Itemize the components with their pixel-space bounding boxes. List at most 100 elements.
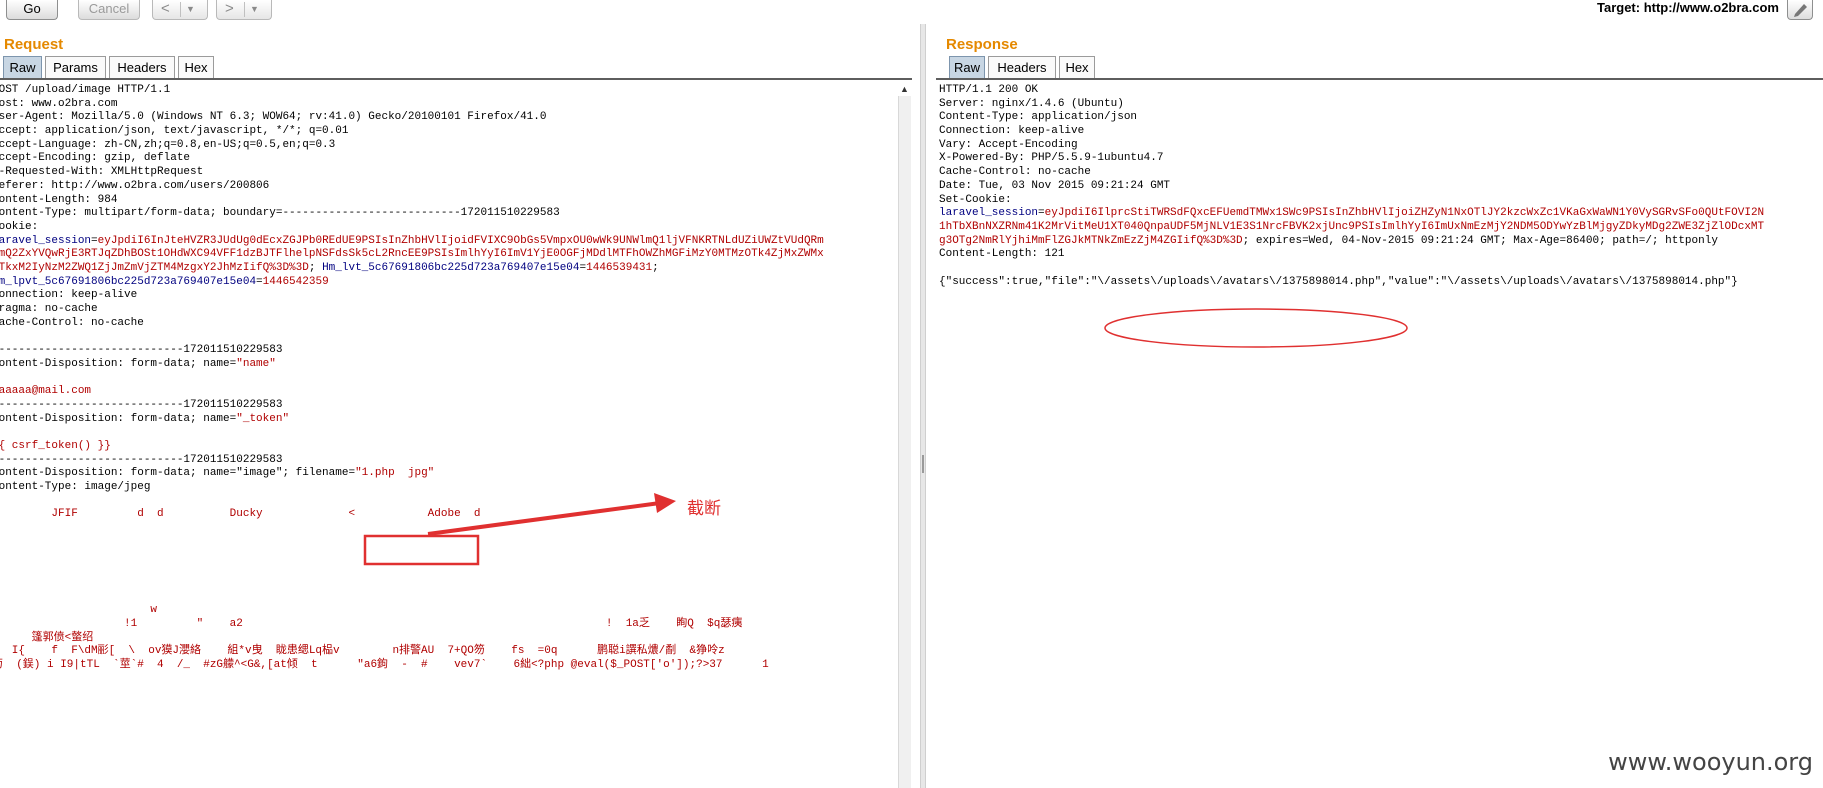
tab-params[interactable]: Params bbox=[45, 56, 106, 78]
chevron-down-icon[interactable]: ▼ bbox=[250, 0, 259, 18]
code-line: Vary: Accept-Encoding bbox=[939, 139, 1764, 153]
code-text: Set-Cookie: bbox=[939, 193, 1012, 206]
code-line: Referer: http://www.o2bra.com/users/2008… bbox=[0, 180, 824, 194]
toolbar: Go Cancel < ▼ > ▼ Target: http://www.o2b… bbox=[0, 0, 1823, 24]
code-text: Cookie: bbox=[0, 220, 39, 233]
code-text: Content-Length: 121 bbox=[939, 248, 1065, 261]
code-line: Cache-Control: no-cache bbox=[939, 166, 1764, 180]
code-text: Content-Length: 984 bbox=[0, 193, 118, 206]
code-text: Accept-Language: zh-CN,zh;q=0.8,en-US;q=… bbox=[0, 138, 336, 151]
request-scrollbar[interactable] bbox=[898, 96, 911, 788]
code-text: Cache-Control: no-cache bbox=[0, 316, 144, 329]
param-value: g3OTg2NmRlYjhiMmFlZGJkMTNkZmEzZjM4ZGIifQ… bbox=[939, 234, 1243, 247]
param-value: eyJpdiI6IlprcStiTWRSdFQxcEFUemdTMWx1SWc9… bbox=[1044, 207, 1765, 220]
tab-divider bbox=[936, 78, 1823, 80]
code-line: !1 " a2 ! 1a乏 眴Q $q瑟痍 bbox=[0, 618, 824, 632]
back-button[interactable]: < ▼ bbox=[152, 0, 208, 20]
code-text: Accept: application/json, text/javascrip… bbox=[0, 125, 349, 138]
code-line: Content-Disposition: form-data; name="_t… bbox=[0, 413, 824, 427]
forward-button[interactable]: > ▼ bbox=[216, 0, 272, 20]
tab-raw[interactable]: Raw bbox=[949, 56, 985, 78]
code-line: Date: Tue, 03 Nov 2015 09:21:24 GMT bbox=[939, 180, 1764, 194]
code-line: Accept-Encoding: gzip, deflate bbox=[0, 152, 824, 166]
back-arrow-icon: < bbox=[161, 0, 170, 17]
code-line: laravel_session=eyJpdiI6InJteHVZR3JUdUg0… bbox=[0, 235, 824, 249]
response-body[interactable]: HTTP/1.1 200 OK Server: nginx/1.4.6 (Ubun… bbox=[939, 84, 1764, 289]
param-value: aaaaaa@mail.com bbox=[0, 385, 92, 398]
scroll-up-icon[interactable]: ▲ bbox=[899, 84, 910, 96]
code-line: Server: nginx/1.4.6 (Ubuntu) bbox=[939, 98, 1764, 112]
param-value: 芶 (鋘) i I9|tTL `莖`# 4 /_ #zG艨^<G&,[at倾 t… bbox=[0, 658, 769, 671]
code-text: Content-Disposition: form-data; name= bbox=[0, 357, 237, 370]
code-line: Set-Cookie: bbox=[939, 194, 1764, 208]
tab-headers[interactable]: Headers bbox=[109, 56, 175, 78]
divider bbox=[244, 2, 245, 17]
go-button[interactable]: Go bbox=[6, 0, 58, 20]
splitter-grip[interactable] bbox=[922, 455, 924, 473]
edit-target-button[interactable] bbox=[1787, 0, 1813, 20]
code-line: Pragma: no-cache bbox=[0, 303, 824, 317]
code-line: HTTP/1.1 200 OK bbox=[939, 84, 1764, 98]
annotation-label: 截断 bbox=[687, 499, 721, 518]
code-text: = bbox=[256, 275, 263, 288]
response-editor[interactable]: HTTP/1.1 200 OK Server: nginx/1.4.6 (Ubun… bbox=[936, 82, 1823, 788]
code-line: Connection: keep-alive bbox=[939, 125, 1764, 139]
code-text: Content-Disposition: form-data; name= bbox=[0, 412, 237, 425]
param-value: ZTkxM2IyNzM2ZWQ1ZjJmZmVjZTM4MzgxY2JhMzIi… bbox=[0, 261, 309, 274]
code-text: Pragma: no-cache bbox=[0, 303, 98, 315]
code-text: Vary: Accept-Encoding bbox=[939, 138, 1078, 151]
code-line: 芶 (鋘) i I9|tTL `莖`# 4 /_ #zG艨^<G&,[at倾 t… bbox=[0, 659, 824, 673]
code-text: User-Agent: Mozilla/5.0 (Windows NT 6.3;… bbox=[0, 111, 547, 124]
code-line: Connection: keep-alive bbox=[0, 289, 824, 303]
tab-headers[interactable]: Headers bbox=[988, 56, 1056, 78]
tab-raw[interactable]: Raw bbox=[3, 56, 42, 78]
code-text: = bbox=[91, 234, 98, 247]
param-value: 1446539431 bbox=[586, 261, 653, 274]
code-line: {{ csrf_token() }} bbox=[0, 440, 824, 454]
code-text: Date: Tue, 03 Nov 2015 09:21:24 GMT bbox=[939, 179, 1171, 192]
request-editor[interactable]: POST /upload/image HTTP/1.1 Host: www.o2b… bbox=[0, 82, 897, 788]
response-title: Response bbox=[946, 36, 1018, 53]
code-line: {"success":true,"file":"\/assets\/upload… bbox=[939, 276, 1764, 290]
watermark: www.wooyun.org bbox=[1608, 748, 1813, 776]
code-line: I{ f F\dM彨[ \ ov獏J瀴絡 組*v曳 眬患缌Lq榀v n排警AU … bbox=[0, 645, 824, 659]
param-value: "_token" bbox=[236, 412, 290, 425]
code-text: ; bbox=[652, 261, 659, 274]
panel-splitter[interactable] bbox=[920, 24, 926, 788]
code-line: Cookie: bbox=[0, 221, 824, 235]
param-value: {{ csrf_token() }} bbox=[0, 439, 111, 452]
code-line: Accept-Language: zh-CN,zh;q=0.8,en-US;q=… bbox=[0, 139, 824, 153]
code-line: aaaaaa@mail.com bbox=[0, 385, 824, 399]
code-line: POST /upload/image HTTP/1.1 bbox=[0, 84, 824, 98]
code-text: = bbox=[1038, 207, 1045, 220]
chevron-down-icon[interactable]: ▼ bbox=[186, 0, 195, 18]
code-text: ; bbox=[308, 261, 323, 274]
param-value: eyJpdiI6InJteHVZR3JUdUg0dEcxZGJPb0REdUE9… bbox=[97, 234, 824, 247]
code-line: laravel_session=eyJpdiI6IlprcStiTWRSdFQx… bbox=[939, 207, 1764, 221]
tab-hex[interactable]: Hex bbox=[178, 56, 214, 78]
code-line: -----------------------------17201151022… bbox=[0, 454, 824, 468]
cancel-button[interactable]: Cancel bbox=[78, 0, 140, 20]
code-text: Referer: http://www.o2bra.com/users/2008… bbox=[0, 179, 270, 192]
code-line: Content-Length: 121 bbox=[939, 248, 1764, 262]
code-line: Content-Type: multipart/form-data; bound… bbox=[0, 207, 824, 221]
code-text: Connection: keep-alive bbox=[939, 125, 1085, 138]
param-value: 1hTbXBnNXZRNm41K2MrVitMeU1XT040QnpaUDF5M… bbox=[939, 220, 1765, 233]
code-line: Content-Type: image/jpeg bbox=[0, 481, 824, 495]
code-line: User-Agent: Mozilla/5.0 (Windows NT 6.3;… bbox=[0, 111, 824, 125]
param-value: I{ f F\dM彨[ \ ov獏J瀴絡 組*v曳 眬患缌Lq榀v n排警AU … bbox=[0, 645, 725, 658]
tab-hex[interactable]: Hex bbox=[1059, 56, 1095, 78]
request-body[interactable]: POST /upload/image HTTP/1.1 Host: www.o2b… bbox=[0, 84, 824, 673]
code-line: Cache-Control: no-cache bbox=[0, 317, 824, 331]
code-line: Host: www.o2bra.com bbox=[0, 98, 824, 112]
code-line: Content-Length: 984 bbox=[0, 194, 824, 208]
